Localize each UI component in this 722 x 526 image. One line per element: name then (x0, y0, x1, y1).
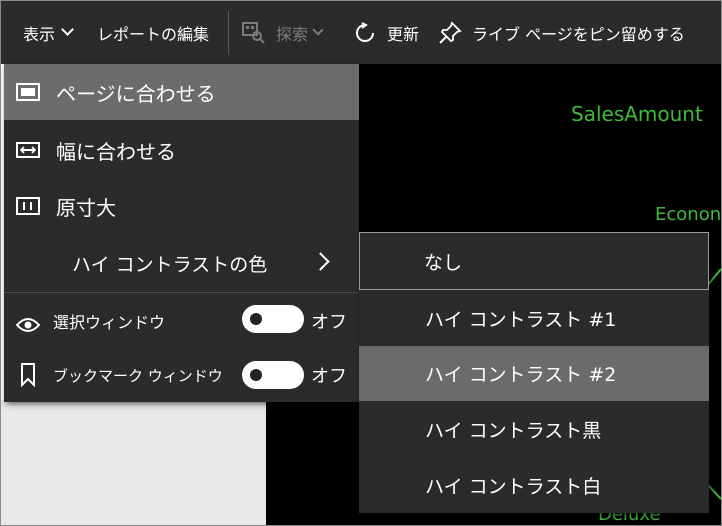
actual-size-icon (15, 195, 41, 217)
refresh-icon (353, 21, 377, 45)
toggle-knob (250, 369, 262, 381)
menu-item-label: ハイ コントラストの色 (72, 253, 268, 276)
fit-width-icon (15, 139, 41, 161)
menu-item-fit-to-page[interactable]: ページに合わせる (4, 64, 359, 120)
bookmarks-pane-toggle[interactable] (242, 361, 304, 389)
refresh-label: 更新 (387, 24, 420, 44)
explore-icon (242, 21, 266, 45)
menu-item-label: 原寸大 (56, 195, 116, 220)
bookmarks-pane-label: ブックマーク ウィンドウ (53, 366, 223, 385)
selection-pane-state: オフ (311, 311, 347, 333)
bookmark-icon (15, 363, 41, 387)
pin-live-page-label: ライブ ページをピン留めする (472, 24, 685, 44)
selection-pane-label: 選択ウィンドウ (53, 312, 166, 332)
edit-report-button[interactable]: レポートの編集 (97, 1, 209, 64)
menu-item-fit-to-width[interactable]: 幅に合わせる (4, 122, 359, 178)
menu-item-high-contrast-colors[interactable]: ハイ コントラストの色 (4, 234, 359, 292)
view-menu: ページに合わせる 幅に合わせる 原寸大 ハイ コントラストの色 選択ウィンドウ … (4, 64, 359, 402)
bookmarks-pane-toggle-row: ブックマーク ウィンドウ オフ (4, 348, 359, 402)
toggle-knob (250, 313, 262, 325)
submenu-item-high-contrast-black[interactable]: ハイ コントラスト黒 (359, 401, 709, 457)
explore-label: 探索 (276, 24, 309, 44)
menu-item-label: ページに合わせる (56, 81, 216, 106)
eye-icon (15, 314, 41, 336)
pin-live-page-button[interactable]: ライブ ページをピン留めする (438, 1, 685, 64)
view-label: 表示 (23, 24, 56, 44)
refresh-button[interactable]: 更新 (353, 1, 419, 64)
submenu-item-high-contrast-2[interactable]: ハイ コントラスト #2 (359, 346, 709, 401)
chevron-right-icon (311, 252, 330, 271)
toolbar: 表示 レポートの編集 探索 更新 ライブ ページをピン留めする (1, 1, 721, 64)
submenu-item-high-contrast-1[interactable]: ハイ コントラスト #1 (359, 291, 709, 346)
submenu-item-none[interactable]: なし (359, 232, 709, 290)
high-contrast-submenu: なし ハイ コントラスト #1 ハイ コントラスト #2 ハイ コントラスト黒 … (359, 232, 709, 513)
menu-item-actual-size[interactable]: 原寸大 (4, 178, 359, 234)
toolbar-divider (228, 11, 229, 55)
menu-item-label: 幅に合わせる (56, 139, 176, 164)
selection-pane-toggle[interactable] (242, 305, 304, 333)
chevron-down-icon (312, 23, 324, 36)
submenu-item-label: ハイ コントラスト #1 (425, 309, 617, 331)
explore-button[interactable]: 探索 (242, 1, 324, 64)
submenu-item-label: なし (424, 251, 463, 274)
bookmarks-pane-state: オフ (311, 366, 347, 387)
submenu-item-label: ハイ コントラスト #2 (425, 364, 617, 386)
chevron-down-icon (61, 23, 74, 36)
view-menu-button[interactable]: 表示 (23, 1, 74, 64)
submenu-item-high-contrast-white[interactable]: ハイ コントラスト白 (359, 457, 709, 513)
edit-report-label: レポートの編集 (97, 24, 210, 44)
pin-icon (438, 20, 462, 45)
selection-pane-toggle-row: 選択ウィンドウ オフ (4, 293, 359, 348)
page-background (1, 400, 266, 525)
fit-page-icon (15, 81, 41, 103)
submenu-item-label: ハイ コントラスト黒 (425, 419, 602, 442)
submenu-item-label: ハイ コントラスト白 (425, 475, 602, 498)
